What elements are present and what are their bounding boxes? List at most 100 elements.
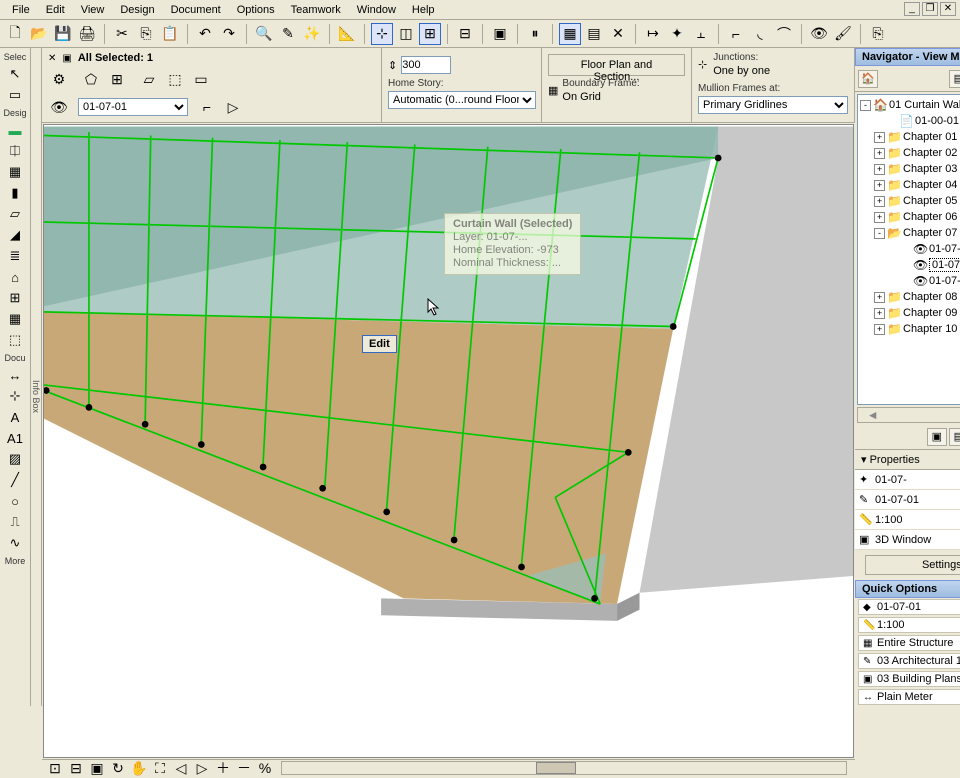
nav-btn2[interactable]: ▤ bbox=[949, 428, 960, 446]
print-icon[interactable]: 🖨 bbox=[76, 23, 98, 45]
open-icon[interactable]: 📂 bbox=[28, 23, 50, 45]
minimize-button[interactable]: _ bbox=[904, 2, 920, 16]
redo-icon[interactable]: ↷ bbox=[218, 23, 240, 45]
nav-fit-icon[interactable]: ⛶ bbox=[151, 760, 169, 776]
zoom-icon[interactable]: 🔍 bbox=[253, 23, 275, 45]
snap1-icon[interactable]: ⊹ bbox=[371, 23, 393, 45]
beam-tool[interactable]: ▱ bbox=[0, 204, 30, 224]
geom-method1-icon[interactable]: ⬠ bbox=[80, 68, 102, 90]
menu-help[interactable]: Help bbox=[404, 2, 443, 18]
window-tool[interactable]: ▦ bbox=[0, 162, 30, 182]
construct1-icon[interactable]: ▱ bbox=[138, 68, 160, 90]
home-story-select[interactable]: Automatic (0...round Floor) bbox=[388, 91, 536, 109]
nav-zoom1-icon[interactable]: ⊡ bbox=[46, 760, 64, 776]
pencil-icon[interactable]: ✎ bbox=[277, 23, 299, 45]
prop-window-input[interactable] bbox=[875, 532, 960, 547]
close-button[interactable]: ✕ bbox=[940, 2, 956, 16]
hotlink-icon[interactable]: ⎘ bbox=[867, 23, 889, 45]
quick-options-header[interactable]: Quick Options ▾✕ bbox=[855, 580, 960, 598]
mullion-select[interactable]: Primary Gridlines bbox=[698, 96, 848, 114]
cut-icon[interactable]: ✂ bbox=[111, 23, 133, 45]
menu-file[interactable]: File bbox=[4, 2, 38, 18]
stair-tool[interactable]: ≣ bbox=[0, 246, 30, 266]
3d-viewport[interactable]: Curtain Wall (Selected) Layer: 01-07-...… bbox=[43, 124, 854, 758]
height-input[interactable] bbox=[401, 56, 451, 74]
mesh-tool[interactable]: ⊞ bbox=[0, 288, 30, 308]
nav-tab-map1[interactable]: ▤ bbox=[949, 70, 960, 88]
snap2-icon[interactable]: ◫ bbox=[395, 23, 417, 45]
suspend-icon[interactable]: ⏸ bbox=[524, 23, 546, 45]
qo-row-scale[interactable]: 📏1:100▸ bbox=[858, 617, 960, 633]
nav-btn1[interactable]: ▣ bbox=[927, 428, 947, 446]
nav-zoomin-icon[interactable]: ＋ bbox=[214, 760, 232, 776]
qo-row-structure[interactable]: ▦Entire Structure▸ bbox=[858, 635, 960, 651]
circle-tool[interactable]: ○ bbox=[0, 491, 30, 511]
paste-icon[interactable]: 📋 bbox=[159, 23, 181, 45]
prop-id-input[interactable] bbox=[875, 472, 960, 487]
nav-prev-icon[interactable]: ◁ bbox=[172, 760, 190, 776]
column-tool[interactable]: ▮ bbox=[0, 183, 30, 203]
arrow2-icon[interactable]: ↦ bbox=[642, 23, 664, 45]
textures-icon[interactable]: ▦ bbox=[559, 23, 581, 45]
nav-tab-project[interactable]: 🏠 bbox=[858, 70, 878, 88]
marquee-tool[interactable]: ▭ bbox=[0, 85, 30, 105]
geom-method2-icon[interactable]: ⊞ bbox=[106, 68, 128, 90]
x-icon[interactable]: ✕ bbox=[607, 23, 629, 45]
properties-header[interactable]: ▾ Properties bbox=[855, 450, 960, 470]
layer-select[interactable]: 01-07-01 bbox=[78, 98, 188, 116]
construct2-icon[interactable]: ⬚ bbox=[164, 68, 186, 90]
wand-icon[interactable]: ✨ bbox=[301, 23, 323, 45]
edit-button[interactable]: Edit bbox=[362, 335, 397, 353]
paint-icon[interactable]: 🖌 bbox=[832, 23, 854, 45]
info-settings-icon[interactable]: ⚙ bbox=[48, 68, 70, 90]
measure-icon[interactable]: 📐 bbox=[336, 23, 358, 45]
polyline-tool[interactable]: ⎍ bbox=[0, 512, 30, 532]
spline-tool[interactable]: ∿ bbox=[0, 533, 30, 553]
copy-icon[interactable]: ⎘ bbox=[135, 23, 157, 45]
new-icon[interactable]: 🗋 bbox=[4, 23, 26, 45]
label-tool[interactable]: A1 bbox=[0, 428, 30, 448]
save-icon[interactable]: 💾 bbox=[52, 23, 74, 45]
navigator-header[interactable]: Navigator - View Map ▾✕ bbox=[855, 48, 960, 66]
nav-next-icon[interactable]: ▷ bbox=[193, 760, 211, 776]
qo-row-penset[interactable]: ✎03 Architectural 100▸ bbox=[858, 653, 960, 669]
nav-zoomout-icon[interactable]: － bbox=[235, 760, 253, 776]
menu-teamwork[interactable]: Teamwork bbox=[283, 2, 349, 18]
star-icon[interactable]: ✦ bbox=[666, 23, 688, 45]
menu-window[interactable]: Window bbox=[349, 2, 404, 18]
grid-icon[interactable]: ⊟ bbox=[454, 23, 476, 45]
menu-document[interactable]: Document bbox=[163, 2, 229, 18]
corner-icon[interactable]: ⌐ bbox=[725, 23, 747, 45]
tree-hscroll[interactable]: ◄► bbox=[857, 407, 960, 423]
object-tool[interactable]: ⬚ bbox=[0, 330, 30, 350]
group-icon[interactable]: ▣ bbox=[489, 23, 511, 45]
curtainwall-tool[interactable]: ▦ bbox=[0, 309, 30, 329]
menu-edit[interactable]: Edit bbox=[38, 2, 73, 18]
settings-button[interactable]: Settings... bbox=[865, 555, 960, 575]
line-tool[interactable]: ╱ bbox=[0, 470, 30, 490]
leveldim-tool[interactable]: ⊹ bbox=[0, 386, 30, 406]
close-small-icon[interactable]: ✕ bbox=[48, 53, 56, 64]
door-tool[interactable]: ⎅ bbox=[0, 141, 30, 161]
fillet-icon[interactable]: ⌒ bbox=[773, 23, 795, 45]
eye-icon[interactable]: 👁 bbox=[808, 23, 830, 45]
fill-tool[interactable]: ▨ bbox=[0, 449, 30, 469]
prop-name-input[interactable] bbox=[875, 492, 960, 507]
qo-row-modelview[interactable]: ▣03 Building Plans▸ bbox=[858, 671, 960, 687]
nav-percent-icon[interactable]: % bbox=[256, 760, 274, 776]
restore-button[interactable]: ❐ bbox=[922, 2, 938, 16]
refplane2-icon[interactable]: ▷ bbox=[222, 96, 244, 118]
menu-options[interactable]: Options bbox=[229, 2, 283, 18]
roof-tool[interactable]: ⌂ bbox=[0, 267, 30, 287]
prop-scale-input[interactable] bbox=[875, 512, 960, 527]
construct3-icon[interactable]: ▭ bbox=[190, 68, 212, 90]
snap3-icon[interactable]: ⊞ bbox=[419, 23, 441, 45]
refplane1-icon[interactable]: ⌐ bbox=[196, 96, 218, 118]
align-icon[interactable]: ⫠ bbox=[690, 23, 712, 45]
floorplan-section-button[interactable]: Floor Plan and Section... bbox=[548, 54, 685, 76]
slab-tool[interactable]: ◢ bbox=[0, 225, 30, 245]
nav-orbit-icon[interactable]: ↻ bbox=[109, 760, 127, 776]
qo-row-dims[interactable]: ↔Plain Meter▸ bbox=[858, 689, 960, 705]
arrow-tool[interactable]: ↖ bbox=[0, 64, 30, 84]
menu-view[interactable]: View bbox=[73, 2, 113, 18]
